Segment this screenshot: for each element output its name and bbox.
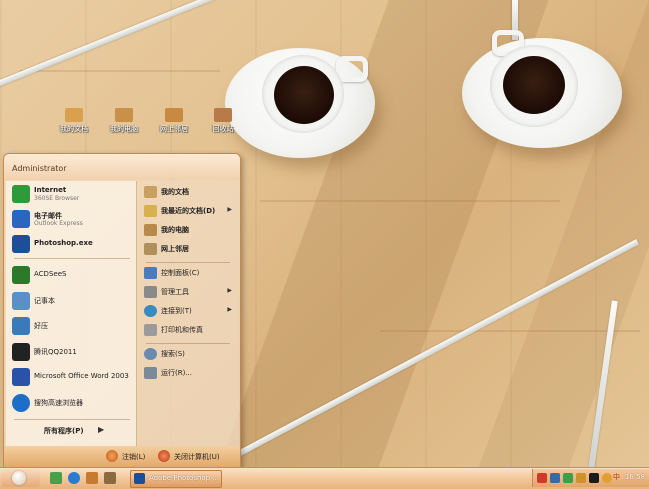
security-tray-icon[interactable] [576,473,586,483]
ie-icon[interactable] [68,472,80,484]
shutdown-button[interactable]: 关闭计算机(U) [158,450,238,464]
my-documents-icon [144,186,157,198]
setting-control-panel[interactable]: 控制面板(C) [142,265,236,281]
media-player-icon[interactable] [86,472,98,484]
clock[interactable]: 16:58 [625,473,645,481]
search-icon [144,348,157,360]
my-computer-icon [144,224,157,236]
places-separator [146,262,230,263]
sogou-input-icon[interactable] [537,473,547,483]
coffee-left [274,66,334,124]
submenu-arrow-icon: ▶ [227,306,232,313]
recent-qq[interactable]: 腾讯QQ2011 [10,342,134,362]
start-button[interactable] [2,469,40,487]
notepad-icon [12,292,30,310]
haozip-icon [12,317,30,335]
start-menu-header: Administrator [4,154,240,180]
power-icon [158,450,170,462]
desktop-icon-recycle-bin[interactable]: 回收站 [201,108,245,134]
qq-icon [12,343,30,361]
place-my-computer[interactable]: 我的电脑 [142,222,236,238]
tool-search[interactable]: 搜索(S) [142,346,236,362]
logoff-button[interactable]: 注销(L) [106,450,158,464]
submenu-arrow-icon: ▶ [227,206,232,213]
submenu-arrow-icon: ▶ [227,287,232,294]
show-desktop-icon[interactable] [50,472,62,484]
setting-printers[interactable]: 打印机和传真 [142,322,236,338]
network-icon [165,108,183,122]
tool-run[interactable]: 运行(R)... [142,365,236,381]
recent-sogou-browser[interactable]: 搜狗高速浏览器 [10,393,134,413]
pinned-email[interactable]: 电子邮件 Outlook Express [10,209,134,229]
place-network[interactable]: 网上邻居 [142,241,236,257]
all-programs-arrow-icon: ▶ [98,425,105,434]
recent-notepad[interactable]: 记事本 [10,291,134,311]
mail-icon [12,210,30,228]
coffee-right [503,56,565,114]
desktop-icon-my-documents[interactable]: 我的文档 [52,108,96,134]
taskbar: Adobe Photoshop ... 中 16:58 [0,467,649,489]
user-name: Administrator [12,164,67,173]
360-tray-icon[interactable] [563,473,573,483]
recent-acdsee[interactable]: ACDSeeS [10,265,134,285]
control-panel-icon [144,267,157,279]
explorer-icon[interactable] [104,472,116,484]
wood-plank-line [20,70,220,72]
connect-to-icon [144,305,157,317]
ime-indicator[interactable]: 中 [613,472,620,482]
network-places-icon [144,243,157,255]
network-tray-icon[interactable] [550,473,560,483]
place-my-documents[interactable]: 我的文档 [142,184,236,200]
taskbar-button-photoshop[interactable]: Adobe Photoshop ... [130,470,222,488]
place-recent-documents[interactable]: 我最近的文档(D) ▶ [142,203,236,219]
setting-connect-to[interactable]: 连接到(T) ▶ [142,303,236,319]
run-icon [144,367,157,379]
sogou-browser-icon [12,394,30,412]
folder-documents-icon [65,108,83,122]
start-menu: Administrator Internet 360SE Browser 电子邮… [3,153,241,468]
all-programs-separator [14,419,130,420]
printer-icon [144,324,157,336]
admin-tools-icon [144,286,157,298]
programs-separator [14,258,130,259]
computer-icon [115,108,133,122]
logoff-icon [106,450,118,462]
system-tray: 中 16:58 [532,469,649,487]
recent-photoshop[interactable]: Photoshop.exe [10,234,134,254]
recent-haozip[interactable]: 好压 [10,316,134,336]
start-orb-icon [12,471,26,485]
settings-separator [146,343,230,344]
setting-admin-tools[interactable]: 管理工具 ▶ [142,284,236,300]
browser-360-icon [12,185,30,203]
photoshop-icon [12,235,30,253]
word-icon [12,368,30,386]
photoshop-task-icon [134,473,145,484]
recent-documents-icon [144,205,157,217]
desktop-icon-my-computer[interactable]: 我的电脑 [102,108,146,134]
desktop-icon-network[interactable]: 网上邻居 [152,108,196,134]
recycle-bin-icon [214,108,232,122]
pinned-internet[interactable]: Internet 360SE Browser [10,184,134,204]
all-programs-button[interactable]: 所有程序(P) [44,426,84,436]
volume-tray-icon[interactable] [602,473,612,483]
recent-word[interactable]: Microsoft Office Word 2003 [10,367,134,387]
qq-tray-icon[interactable] [589,473,599,483]
acdsee-icon [12,266,30,284]
